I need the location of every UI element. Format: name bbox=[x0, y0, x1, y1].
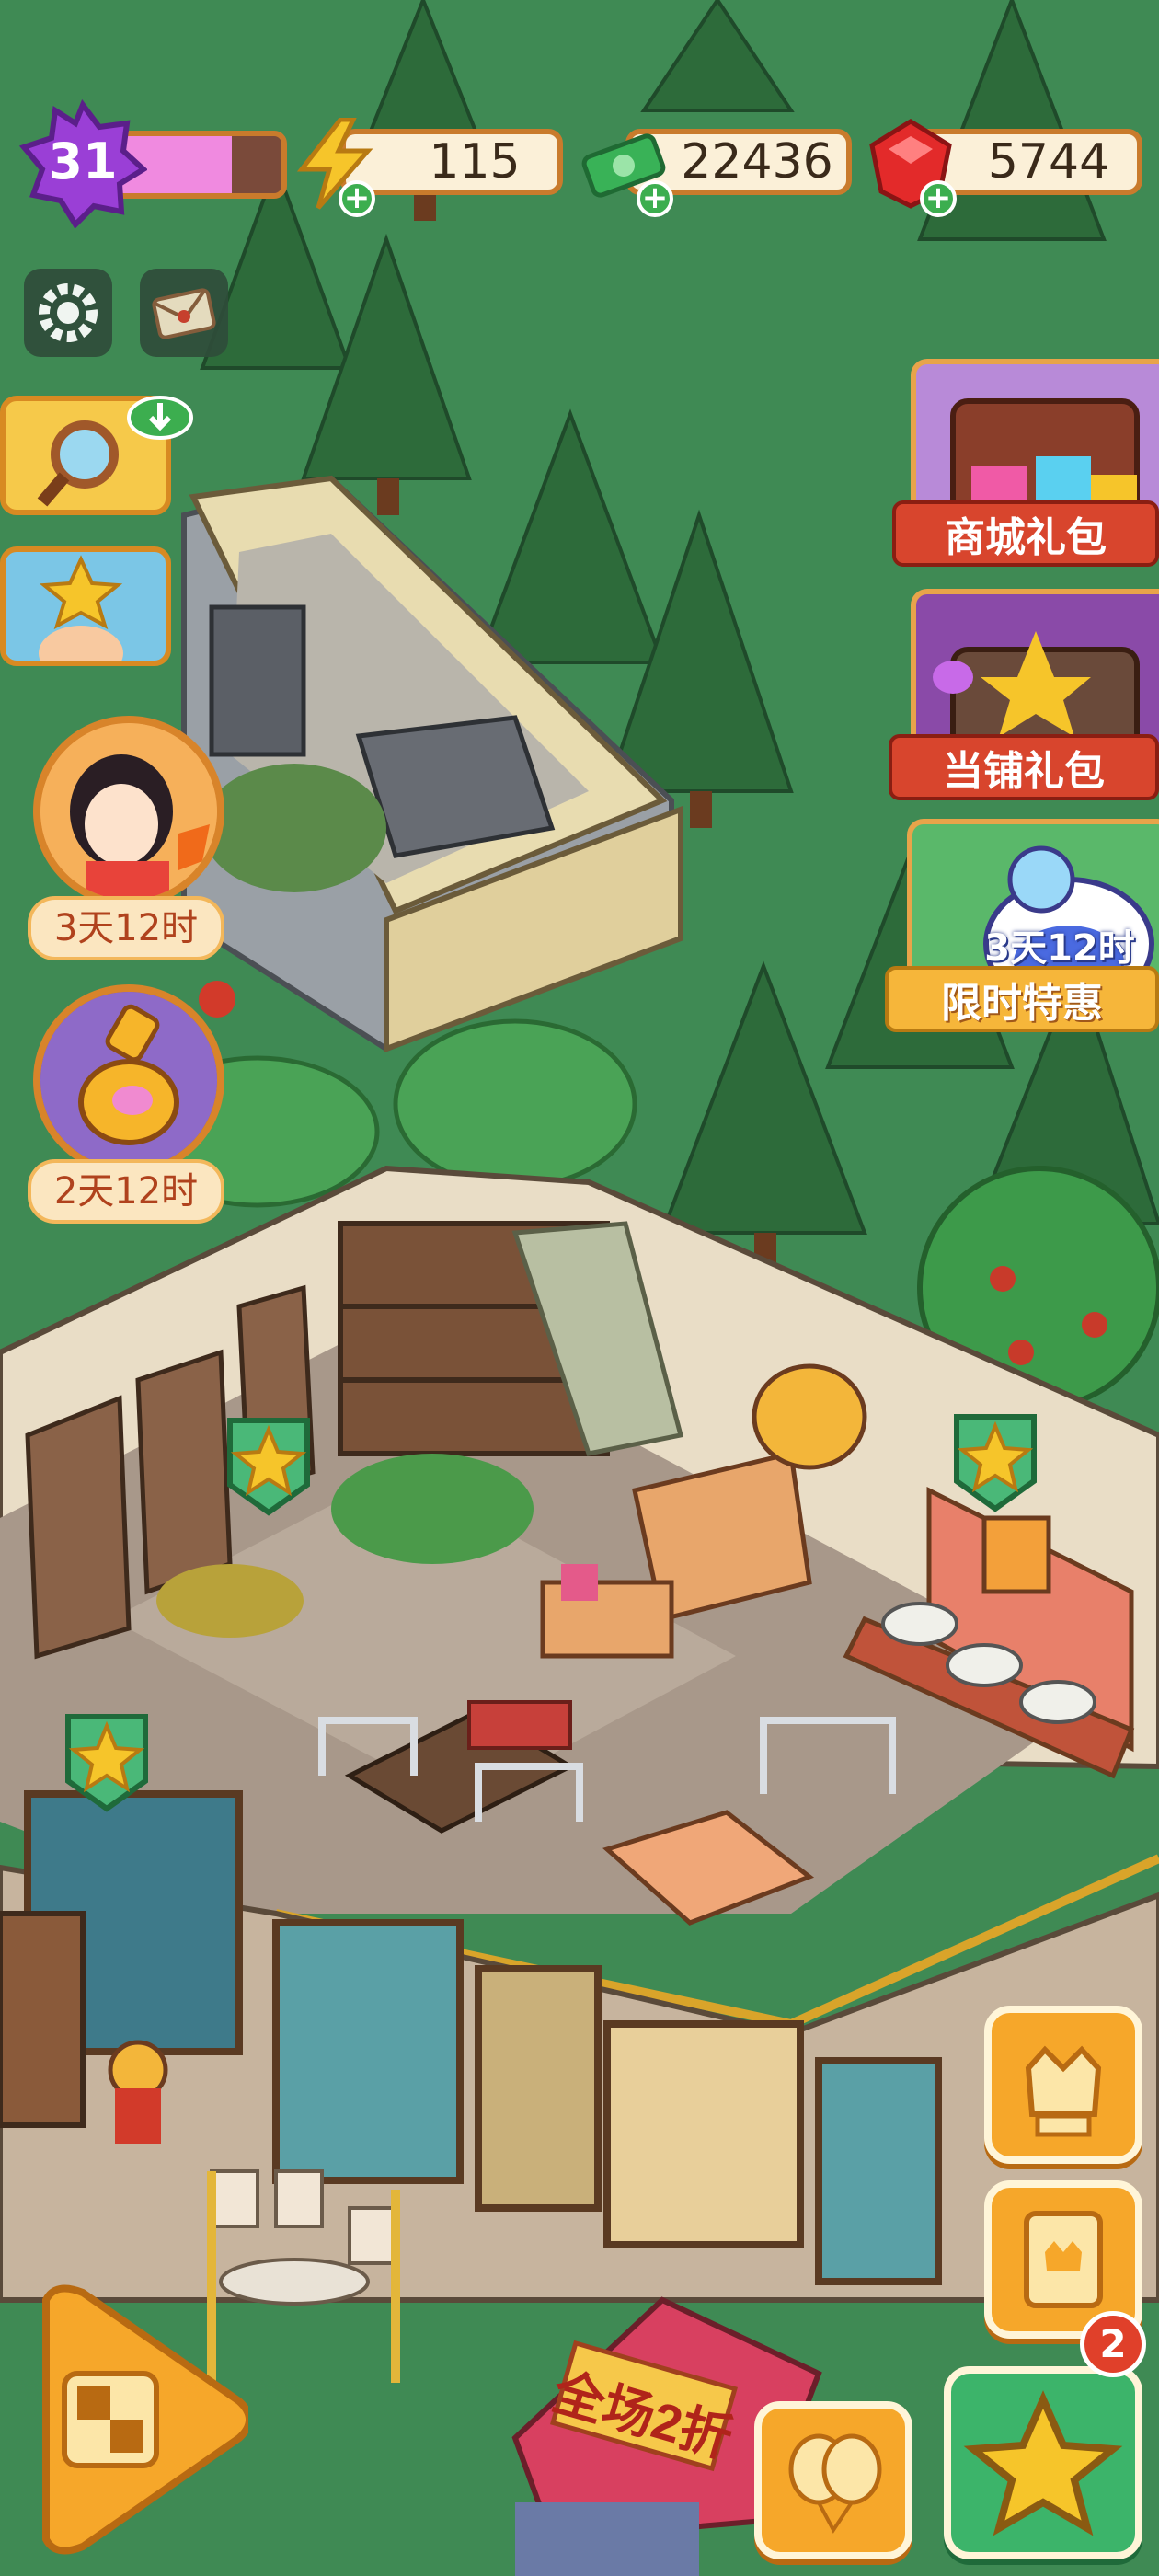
crown-book-icon bbox=[1024, 2211, 1103, 2308]
balloon-button[interactable] bbox=[754, 2401, 912, 2559]
pawn-pack-offer[interactable]: 当铺礼包 bbox=[889, 580, 1159, 810]
star-event-button[interactable] bbox=[0, 546, 171, 666]
add-gem-button[interactable]: + bbox=[920, 180, 957, 217]
add-cash-button[interactable]: + bbox=[637, 180, 673, 217]
mail-button[interactable] bbox=[140, 269, 228, 357]
shop-pack-offer[interactable]: 商城礼包 bbox=[892, 331, 1159, 567]
mail-envelope-icon bbox=[152, 288, 216, 339]
star-notification-badge: 2 bbox=[1080, 2311, 1146, 2377]
download-cloud-icon bbox=[127, 396, 193, 440]
energy-value: 115 bbox=[429, 134, 521, 190]
favorite-star-button[interactable] bbox=[944, 2366, 1142, 2559]
level-number: 31 bbox=[48, 132, 118, 190]
character-portrait-icon bbox=[40, 723, 217, 900]
cash-value: 22436 bbox=[681, 134, 833, 190]
add-energy-button[interactable]: + bbox=[339, 180, 375, 217]
shop-pack-label: 商城礼包 bbox=[892, 500, 1159, 567]
task-star-icon[interactable] bbox=[947, 1408, 1043, 1514]
level-display[interactable]: 31 bbox=[18, 99, 287, 228]
puzzle-button[interactable] bbox=[18, 2282, 253, 2558]
balloon-icon bbox=[788, 2433, 882, 2534]
limited-offer-label: 限时特惠 bbox=[885, 966, 1159, 1032]
settings-button[interactable] bbox=[24, 269, 112, 357]
task-star-icon[interactable] bbox=[221, 1411, 316, 1518]
crown-cat-icon bbox=[1025, 2045, 1102, 2137]
character-event-timer: 3天12时 bbox=[28, 896, 224, 960]
character-event-button[interactable] bbox=[33, 716, 224, 907]
limited-offer[interactable]: 3天12时 限时特惠 bbox=[885, 810, 1159, 1049]
star-character-icon bbox=[39, 555, 123, 661]
puzzle-icon bbox=[42, 2284, 253, 2555]
potion-event-button[interactable] bbox=[33, 984, 224, 1176]
settings-gear-icon bbox=[39, 283, 98, 342]
favorite-star-icon bbox=[963, 2390, 1123, 2536]
pawn-pack-label: 当铺礼包 bbox=[889, 734, 1159, 800]
limited-offer-timer: 3天12时 bbox=[984, 927, 1135, 970]
task-star-icon[interactable] bbox=[59, 1708, 155, 1814]
potion-icon bbox=[40, 992, 217, 1168]
potion-event-timer: 2天12时 bbox=[28, 1159, 224, 1224]
crown-cat-button[interactable] bbox=[984, 2006, 1142, 2164]
gem-value: 5744 bbox=[987, 134, 1110, 190]
